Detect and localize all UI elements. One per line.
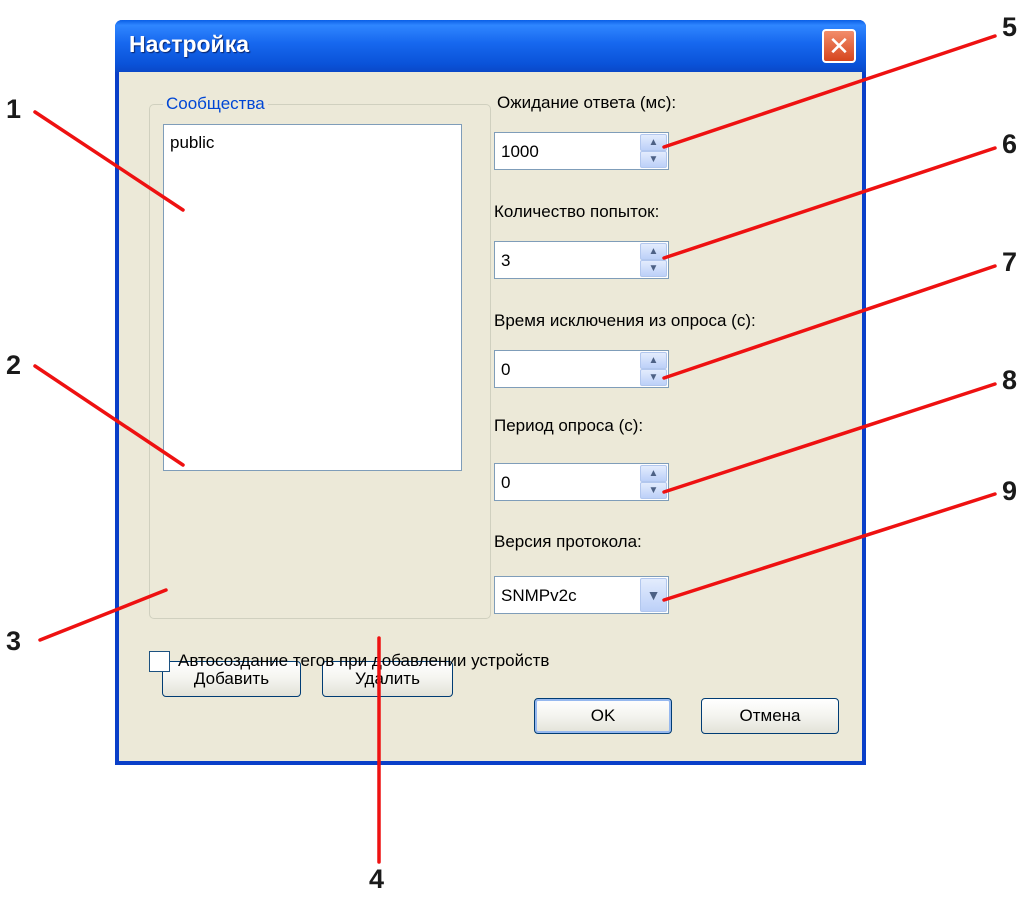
- callout-line-1: [33, 110, 185, 212]
- callout-line-5: [662, 34, 997, 149]
- callout-line-7: [662, 264, 997, 380]
- callout-7: 7: [1002, 247, 1018, 277]
- callout-line-9: [662, 492, 997, 602]
- callout-2: 2: [6, 350, 22, 380]
- callout-line-8: [662, 382, 997, 494]
- callout-line-6: [662, 146, 997, 260]
- callout-4: 4: [369, 864, 385, 894]
- callout-5: 5: [1002, 12, 1018, 42]
- callout-8: 8: [1002, 365, 1018, 395]
- callout-line-2: [33, 364, 185, 467]
- callout-9: 9: [1002, 476, 1018, 506]
- callout-6: 6: [1002, 129, 1018, 159]
- callout-1: 1: [6, 94, 22, 124]
- callout-3: 3: [6, 626, 22, 656]
- callout-line-3: [38, 588, 168, 642]
- callout-lines: [33, 34, 997, 864]
